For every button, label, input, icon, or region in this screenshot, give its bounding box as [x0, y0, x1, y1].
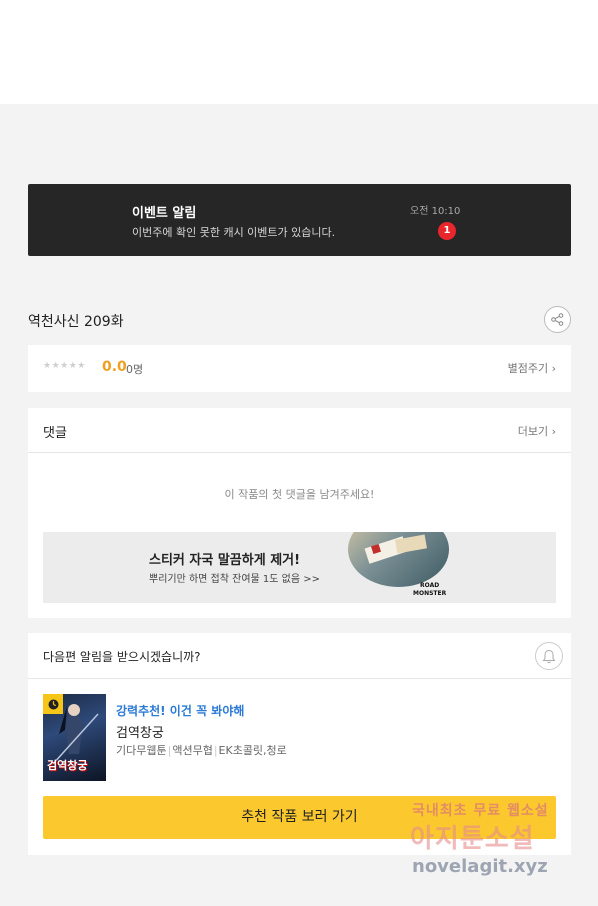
comments-empty-message: 이 작품의 첫 댓글을 남겨주세요! — [224, 488, 375, 501]
work-creators: EK초콜릿,청로 — [218, 744, 287, 757]
ad-brand-logo: ROAD MONSTER — [413, 582, 447, 597]
event-notification-banner[interactable]: 이벤트 알림 이번주에 확인 못한 캐시 이벤트가 있습니다. 오전 10:10… — [28, 184, 571, 256]
ad-subtitle: 뿌리기만 하면 접착 잔여물 1도 없음 >> — [149, 574, 320, 585]
clock-icon — [48, 699, 58, 709]
wait-free-badge — [43, 694, 63, 714]
comments-more-link[interactable]: 더보기 › — [518, 423, 556, 439]
work-genre-1: 기다무웹툰 — [116, 744, 167, 757]
ad-banner[interactable]: 스티커 자국 말끔하게 제거! 뿌리기만 하면 접착 잔여물 1도 없음 >> … — [43, 532, 556, 603]
watermark-line-3: novelagit.xyz — [412, 856, 548, 877]
work-genre-2: 액션무협 — [172, 744, 213, 757]
ad-product-image — [348, 532, 449, 587]
thumbnail-title-art: 검역창궁 — [47, 759, 88, 772]
recommended-work-title[interactable]: 검역창궁 — [116, 722, 164, 741]
chevron-right-icon: › — [551, 425, 556, 438]
watermark-line-1: 국내최초 무료 웹소설 — [412, 803, 549, 819]
top-header-area — [0, 0, 598, 104]
event-time: 오전 10:10 — [410, 206, 461, 217]
rating-stars: ★★★★★ — [43, 361, 86, 371]
event-title: 이벤트 알림 — [132, 206, 197, 221]
recommendation-tag: 강력추천! 이건 꼭 봐야해 — [116, 704, 245, 718]
share-button[interactable] — [544, 306, 571, 333]
comments-header: 댓글 더보기 › — [28, 408, 571, 453]
rating-value: 0.0 — [102, 359, 127, 375]
comments-title: 댓글 — [43, 426, 67, 441]
rating-count: 0명 — [126, 363, 144, 376]
chevron-right-icon: › — [551, 362, 556, 375]
rating-card: ★★★★★ 0.0 0명 별점주기 › — [28, 345, 571, 392]
comments-card: 댓글 더보기 › 이 작품의 첫 댓글을 남겨주세요! 스티커 자국 말끔하게 … — [28, 408, 571, 618]
next-episode-header: 다음편 알림을 받으시겠습니까? — [28, 633, 571, 679]
watermark-line-2: 아지툰소설 — [410, 824, 535, 854]
share-icon — [551, 313, 564, 326]
bell-icon — [542, 649, 556, 663]
episode-title: 역천사신 209화 — [28, 314, 124, 330]
recommended-work-meta: 기다무웹툰|액션무협|EK초콜릿,청로 — [116, 744, 287, 757]
rate-link[interactable]: 별점주기 › — [508, 360, 556, 376]
event-count-badge: 1 — [438, 222, 456, 240]
ad-title: 스티커 자국 말끔하게 제거! — [149, 553, 301, 568]
notification-bell-button[interactable] — [535, 642, 563, 670]
rate-link-label: 별점주기 — [507, 362, 549, 375]
more-link-label: 더보기 — [517, 425, 549, 438]
next-episode-question: 다음편 알림을 받으시겠습니까? — [43, 650, 201, 664]
recommended-work-thumbnail[interactable]: 검역창궁 — [43, 694, 106, 781]
site-watermark: 국내최초 무료 웹소설 아지툰소설 novelagit.xyz — [410, 800, 580, 890]
event-description: 이번주에 확인 못한 캐시 이벤트가 있습니다. — [132, 226, 336, 239]
